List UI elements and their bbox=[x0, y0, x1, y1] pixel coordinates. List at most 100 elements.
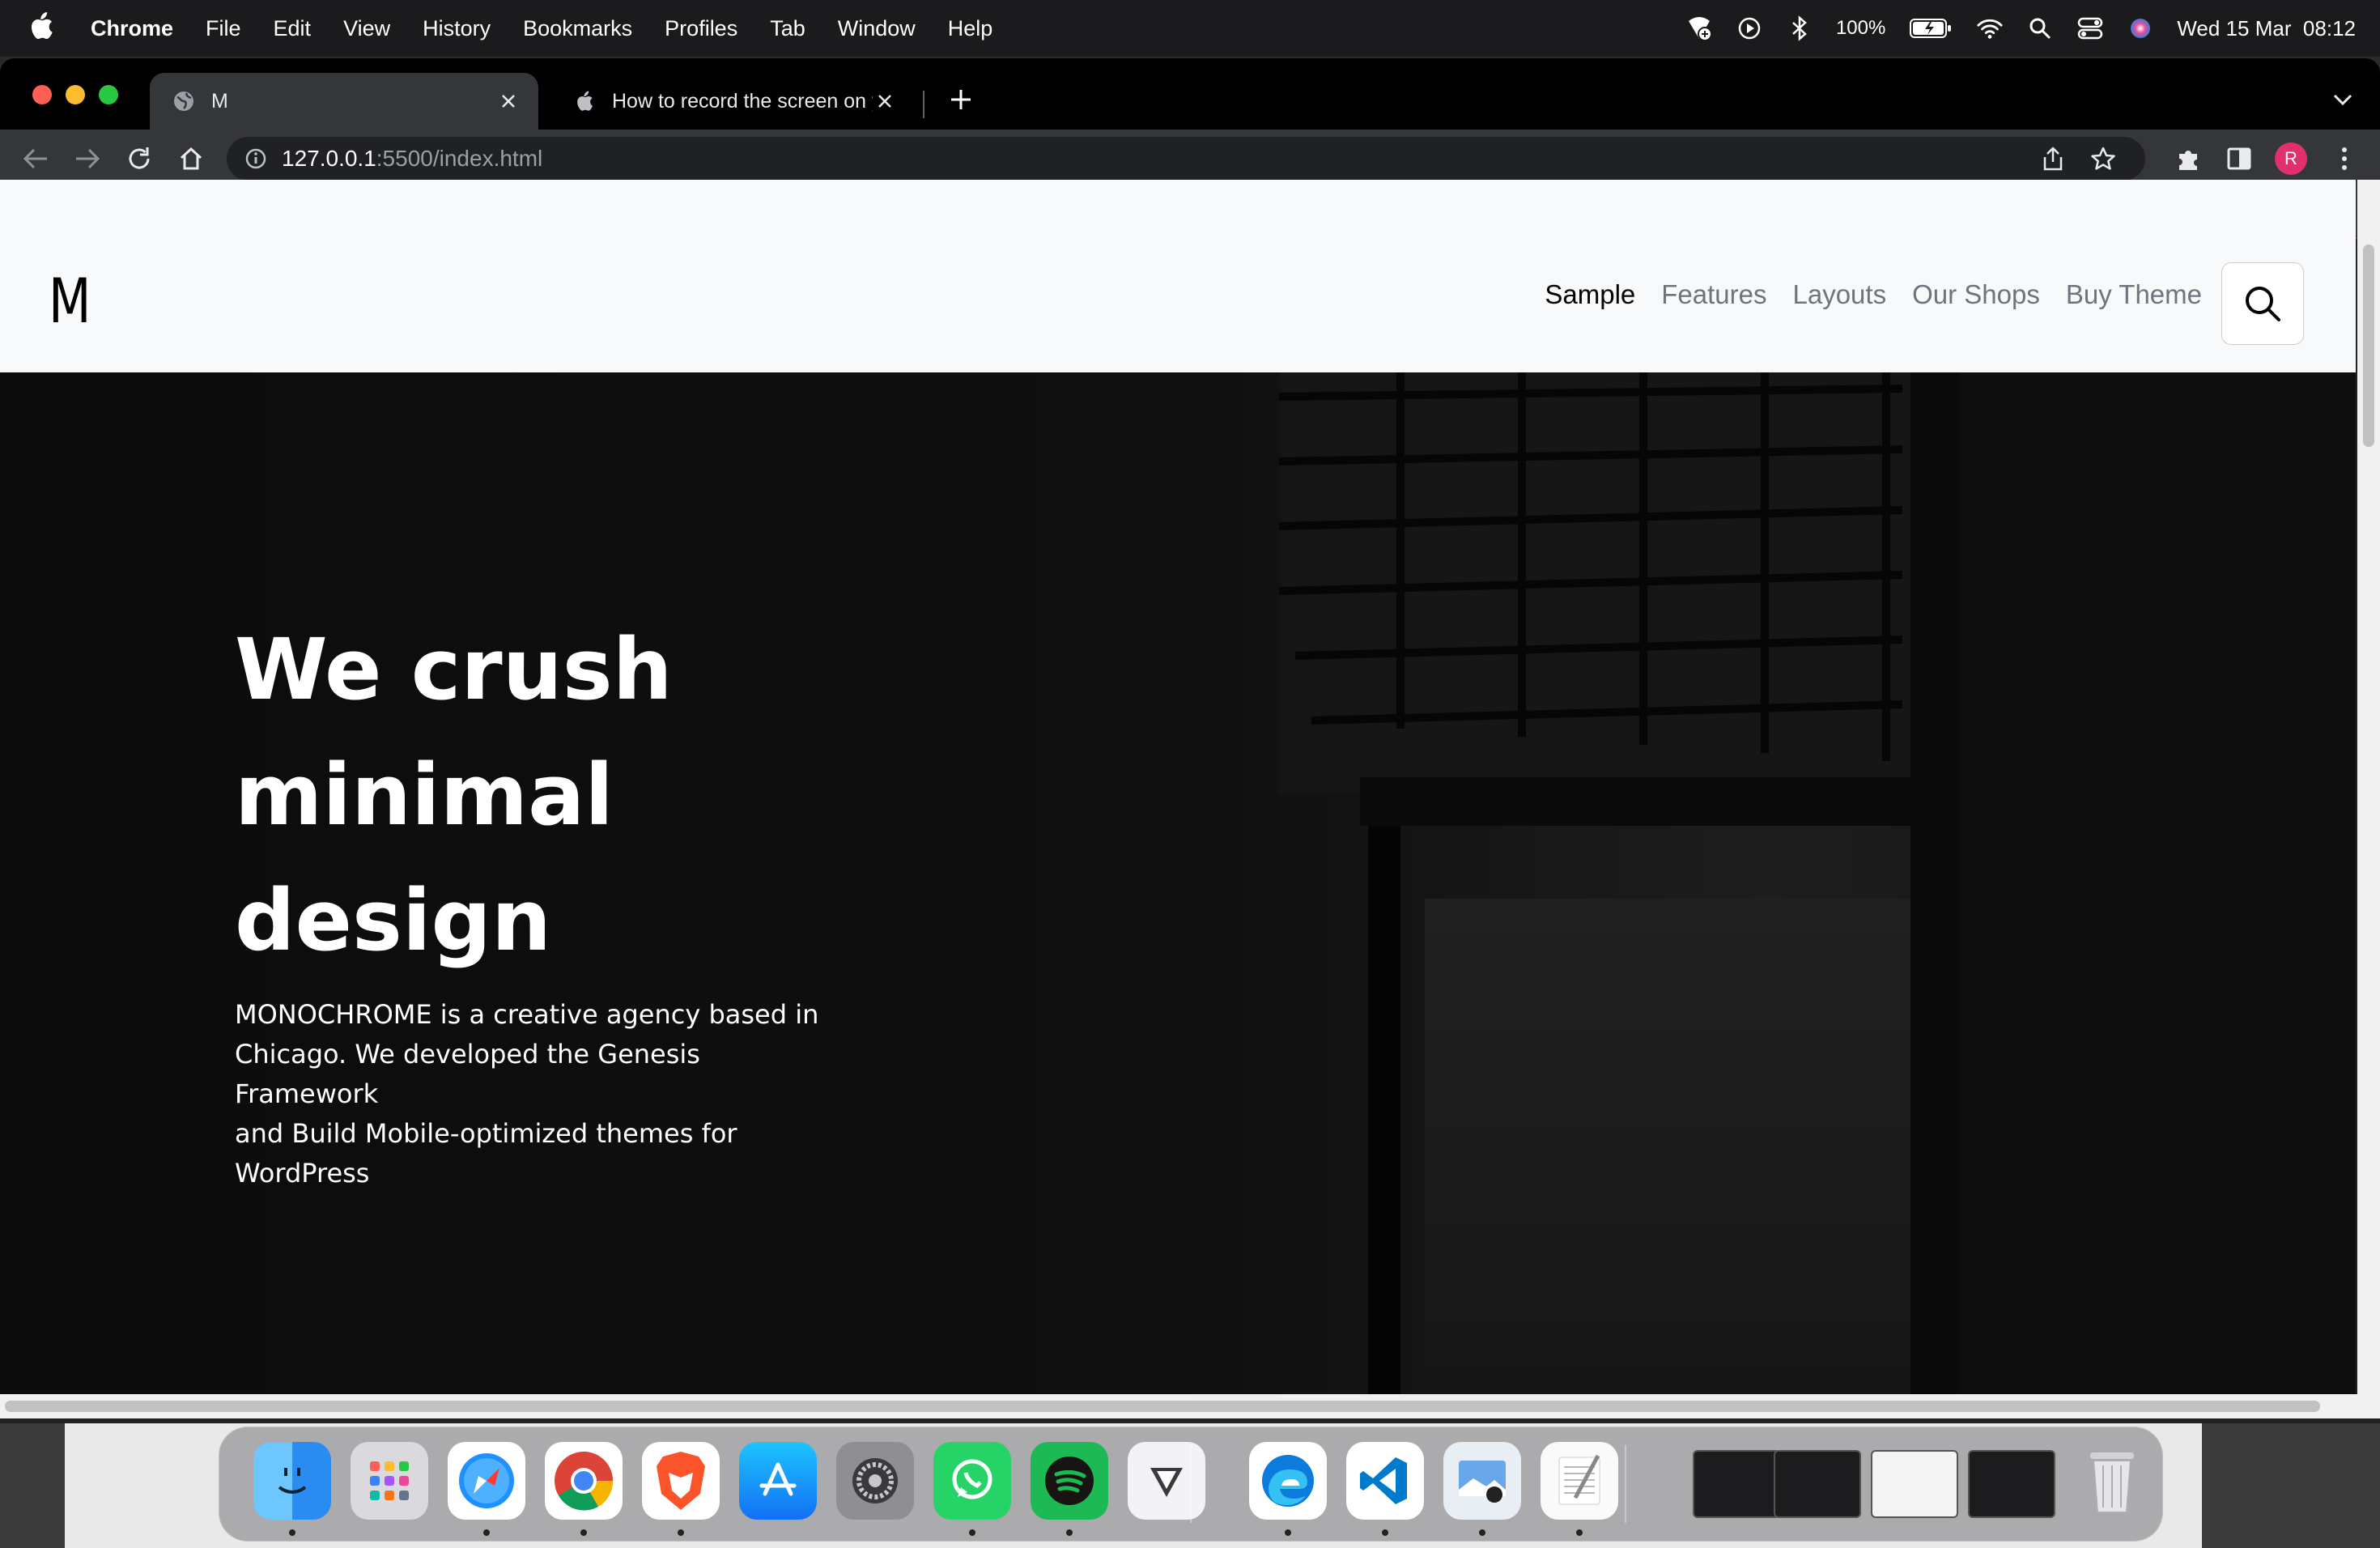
whatsapp-icon[interactable] bbox=[933, 1442, 1011, 1520]
tab-close-icon[interactable] bbox=[496, 89, 521, 113]
url-path: :5500/index.html bbox=[376, 146, 543, 171]
chrome-menu-kebab-icon[interactable] bbox=[2327, 141, 2362, 176]
apple-icon bbox=[573, 90, 596, 113]
running-indicator bbox=[1285, 1529, 1291, 1536]
vertical-scrollbar[interactable] bbox=[2357, 180, 2380, 1394]
window-minimize-button[interactable] bbox=[66, 85, 85, 104]
site-info-icon[interactable] bbox=[244, 147, 267, 170]
tab-title: How to record the screen on yo bbox=[612, 89, 873, 113]
clock[interactable]: Wed 15 Mar 08:12 bbox=[2177, 16, 2356, 41]
running-indicator bbox=[1576, 1529, 1583, 1536]
home-icon[interactable] bbox=[173, 141, 209, 176]
nav-link-buy-theme[interactable]: Buy Theme bbox=[2066, 279, 2202, 310]
side-panel-icon[interactable] bbox=[2221, 141, 2257, 176]
trash-icon[interactable] bbox=[2073, 1442, 2151, 1520]
spotify-icon[interactable] bbox=[1031, 1442, 1108, 1520]
hero-description-line: and Build Mobile-optimized themes for Wo… bbox=[235, 1118, 737, 1189]
siri-icon[interactable] bbox=[2127, 15, 2154, 42]
battery-icon[interactable] bbox=[1908, 15, 1953, 42]
running-indicator bbox=[1066, 1529, 1073, 1536]
profile-avatar[interactable]: R bbox=[2273, 141, 2309, 176]
running-indicator bbox=[678, 1529, 684, 1536]
textedit-icon[interactable] bbox=[1541, 1442, 1618, 1520]
menu-edit[interactable]: Edit bbox=[274, 16, 312, 41]
chrome-icon[interactable] bbox=[545, 1442, 623, 1520]
site-header: M Sample Features Layouts Our Shops Buy … bbox=[0, 180, 2356, 372]
hero-description-line: MONOCHROME is a creative agency based in bbox=[235, 999, 819, 1030]
menu-tab[interactable]: Tab bbox=[770, 16, 805, 41]
macos-menubar: Chrome File Edit View History Bookmarks … bbox=[0, 0, 2380, 57]
back-arrow-icon[interactable] bbox=[18, 141, 53, 176]
running-indicator bbox=[580, 1529, 587, 1536]
running-indicator bbox=[483, 1529, 490, 1536]
play-status-icon[interactable] bbox=[1736, 15, 1763, 42]
nav-link-sample[interactable]: Sample bbox=[1545, 279, 1635, 310]
tab-close-icon[interactable] bbox=[873, 89, 897, 113]
hero-description: MONOCHROME is a creative agency based in… bbox=[235, 995, 850, 1193]
app-store-icon[interactable] bbox=[739, 1442, 817, 1520]
running-indicator bbox=[289, 1529, 295, 1536]
control-center-icon[interactable] bbox=[2076, 15, 2104, 42]
brave-icon[interactable] bbox=[642, 1442, 720, 1520]
window-maximize-button[interactable] bbox=[99, 85, 118, 104]
vscode-icon[interactable] bbox=[1346, 1442, 1424, 1520]
window-thumb-3[interactable] bbox=[1871, 1450, 1958, 1518]
share-icon[interactable] bbox=[2042, 146, 2064, 172]
menu-help[interactable]: Help bbox=[948, 16, 993, 41]
site-logo[interactable]: M bbox=[49, 265, 91, 337]
menu-file[interactable]: File bbox=[206, 16, 241, 41]
nav-link-features[interactable]: Features bbox=[1661, 279, 1766, 310]
nav-link-our-shops[interactable]: Our Shops bbox=[1912, 279, 2040, 310]
hero-title-line: minimal bbox=[235, 746, 614, 844]
hero-title-line: design bbox=[235, 871, 552, 970]
tab-search-chevron-icon[interactable] bbox=[2325, 82, 2361, 117]
vectorize-icon[interactable] bbox=[1128, 1442, 1205, 1520]
forward-arrow-icon[interactable] bbox=[70, 141, 105, 176]
menu-app-name[interactable]: Chrome bbox=[91, 16, 173, 41]
horizontal-scrollbar[interactable] bbox=[0, 1394, 2380, 1418]
macos-dock bbox=[219, 1427, 2163, 1542]
finder-icon[interactable] bbox=[253, 1442, 331, 1520]
system-settings-icon[interactable] bbox=[836, 1442, 914, 1520]
menu-bookmarks[interactable]: Bookmarks bbox=[523, 16, 632, 41]
launchpad-icon[interactable] bbox=[351, 1442, 428, 1520]
spotlight-search-icon[interactable] bbox=[2026, 15, 2054, 42]
web-page: M Sample Features Layouts Our Shops Buy … bbox=[0, 180, 2356, 1394]
extensions-puzzle-icon[interactable] bbox=[2171, 141, 2207, 176]
reload-icon[interactable] bbox=[121, 141, 157, 176]
site-search-button[interactable] bbox=[2221, 262, 2304, 345]
tab-strip: M How to record the screen on yo bbox=[0, 58, 2380, 130]
window-thumb-4[interactable] bbox=[1968, 1450, 2055, 1518]
hero-title-line: We crush bbox=[235, 620, 673, 719]
running-indicator bbox=[1479, 1529, 1485, 1536]
hero-section: We crush minimal design MONOCHROME is a … bbox=[0, 372, 2356, 1394]
menu-history[interactable]: History bbox=[423, 16, 491, 41]
nav-link-layouts[interactable]: Layouts bbox=[1793, 279, 1887, 310]
vertical-scrollbar-thumb[interactable] bbox=[2363, 245, 2374, 447]
bookmark-star-icon[interactable] bbox=[2090, 146, 2116, 172]
url-host: 127.0.0.1 bbox=[282, 146, 376, 171]
new-tab-plus-icon[interactable] bbox=[943, 82, 979, 117]
preview-icon[interactable] bbox=[1443, 1442, 1521, 1520]
tab-inactive[interactable]: How to record the screen on yo bbox=[550, 73, 915, 130]
menu-profiles[interactable]: Profiles bbox=[665, 16, 737, 41]
apple-menu-icon[interactable] bbox=[29, 11, 53, 45]
horizontal-scrollbar-thumb[interactable] bbox=[5, 1401, 2320, 1412]
hero-text: We crush minimal design MONOCHROME is a … bbox=[235, 607, 850, 1193]
address-bar[interactable]: 127.0.0.1 :5500/index.html bbox=[227, 137, 2145, 181]
profile-initial: R bbox=[2275, 142, 2307, 175]
vpn-status-icon[interactable] bbox=[1685, 15, 1713, 42]
globe-icon bbox=[172, 90, 195, 113]
window-thumb-1[interactable] bbox=[1693, 1450, 1780, 1518]
tab-active[interactable]: M bbox=[150, 73, 538, 130]
menu-view[interactable]: View bbox=[343, 16, 390, 41]
wifi-icon[interactable] bbox=[1976, 15, 2004, 42]
running-indicator bbox=[1382, 1529, 1388, 1536]
window-thumb-2[interactable] bbox=[1774, 1450, 1861, 1518]
window-close-button[interactable] bbox=[32, 85, 52, 104]
bluetooth-icon[interactable] bbox=[1786, 15, 1813, 42]
edge-icon[interactable] bbox=[1249, 1442, 1327, 1520]
safari-icon[interactable] bbox=[448, 1442, 525, 1520]
running-indicator bbox=[969, 1529, 975, 1536]
menu-window[interactable]: Window bbox=[838, 16, 916, 41]
